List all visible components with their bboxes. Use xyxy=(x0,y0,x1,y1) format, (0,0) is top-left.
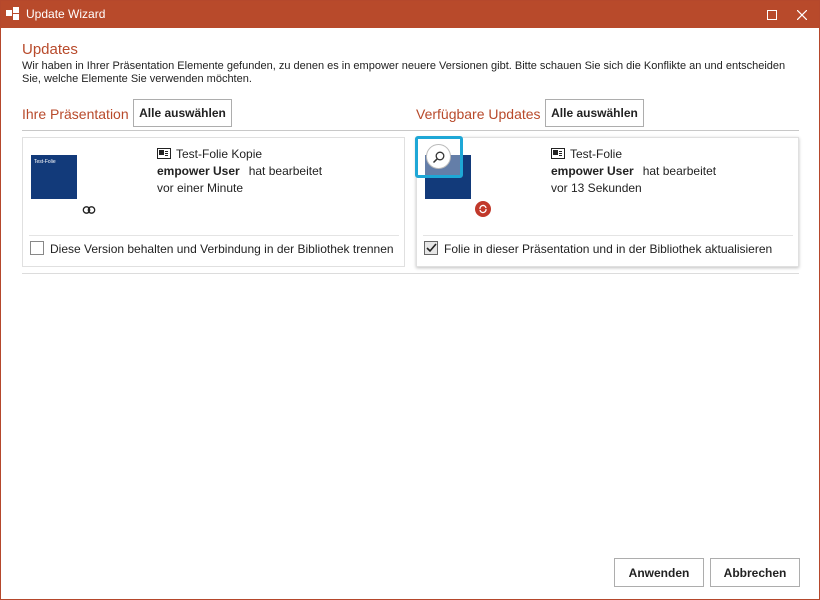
edit-time: vor einer Minute xyxy=(157,180,244,195)
edit-action: hat bearbeitet xyxy=(642,163,717,178)
slide-name: Test-Folie xyxy=(570,146,623,161)
available-update-card: Test-Folie empower User hat bearbeitet v… xyxy=(415,136,799,267)
keep-version-checkbox[interactable] xyxy=(30,241,44,255)
maximize-icon xyxy=(767,9,777,20)
your-presentation-title: Ihre Präsentation xyxy=(22,106,129,122)
close-icon xyxy=(797,9,807,20)
sync-icon xyxy=(479,204,487,214)
zoom-button[interactable] xyxy=(426,144,451,169)
slide-meta: Test-Folie empower User hat bearbeitet v… xyxy=(551,145,716,196)
cancel-button[interactable]: Abbrechen xyxy=(710,558,800,587)
apply-button[interactable]: Anwenden xyxy=(614,558,704,587)
update-badge-icon xyxy=(475,201,491,217)
app-icon xyxy=(6,7,19,20)
header-divider xyxy=(22,130,799,131)
update-slide-checkbox[interactable] xyxy=(424,241,438,255)
local-version-card: Test-Folie Test-Folie Kopie empower User… xyxy=(22,137,405,267)
checkmark-icon xyxy=(425,243,437,253)
card-divider xyxy=(29,235,399,236)
card-divider xyxy=(423,235,793,236)
available-updates-title: Verfügbare Updates xyxy=(416,106,541,122)
slide-icon xyxy=(157,148,171,159)
slide-thumbnail[interactable]: Test-Folie xyxy=(31,155,77,199)
link-icon xyxy=(82,206,96,214)
intro-text: Wir haben in Ihrer Präsentation Elemente… xyxy=(22,60,786,85)
content-divider xyxy=(22,273,799,274)
window-title: Update Wizard xyxy=(26,7,106,21)
page-title: Updates xyxy=(22,41,78,58)
maximize-button[interactable] xyxy=(757,1,787,28)
editor-name: empower User xyxy=(157,163,240,178)
slide-name: Test-Folie Kopie xyxy=(176,146,263,161)
preview-zoom-highlight[interactable] xyxy=(415,136,463,178)
select-all-left-button[interactable]: Alle auswählen xyxy=(133,99,232,127)
update-wizard-window: Update Wizard Updates Wir haben in Ihrer… xyxy=(0,0,820,600)
title-bar: Update Wizard xyxy=(1,1,819,28)
close-button[interactable] xyxy=(787,1,817,28)
slide-meta: Test-Folie Kopie empower User hat bearbe… xyxy=(157,145,322,196)
editor-name: empower User xyxy=(551,163,634,178)
edit-action: hat bearbeitet xyxy=(248,163,323,178)
zoom-icon xyxy=(432,151,444,163)
select-all-right-button[interactable]: Alle auswählen xyxy=(545,99,644,127)
keep-version-label[interactable]: Diese Version behalten und Verbindung in… xyxy=(50,242,394,256)
slide-icon xyxy=(551,148,565,159)
update-slide-label[interactable]: Folie in dieser Präsentation und in der … xyxy=(444,242,772,256)
thumbnail-title: Test-Folie xyxy=(34,159,56,165)
edit-time: vor 13 Sekunden xyxy=(551,180,642,195)
